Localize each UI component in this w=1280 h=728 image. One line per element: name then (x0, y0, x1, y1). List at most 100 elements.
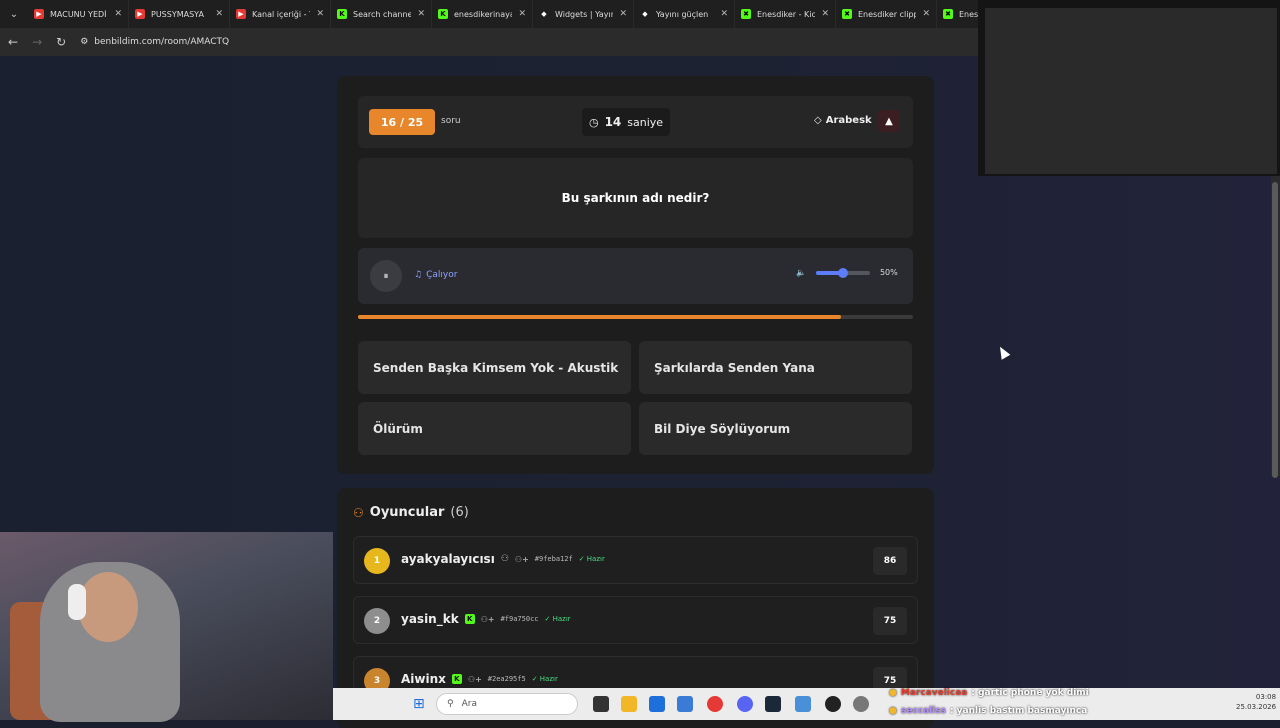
tab-label: Yayını güçlen (656, 9, 709, 19)
genre-tag: ◇ Arabesk (814, 115, 872, 126)
tab-label: Kanal içeriği - Y (252, 9, 311, 19)
question-counter: 16 / 25 (369, 109, 435, 135)
answer-option-4[interactable]: Bil Diye Söylüyorum (639, 402, 912, 455)
steam-icon[interactable] (765, 696, 781, 712)
tab-close-icon[interactable]: ✕ (316, 9, 324, 19)
browser-tab[interactable]: ◆ Widgets | Yayın ✕ (533, 0, 634, 28)
browser-tab[interactable]: Kenesdikerinaya ✕ (432, 0, 533, 28)
tab-close-icon[interactable]: ✕ (619, 9, 627, 19)
site-info-icon[interactable]: ⚙ (80, 37, 88, 47)
page-scrollbar-thumb[interactable] (1272, 182, 1278, 478)
users-icon: ⚇ (353, 505, 364, 520)
add-friend-icon[interactable]: ⚇+ (515, 555, 529, 564)
discord-icon[interactable] (737, 696, 753, 712)
volume-label: 50% (879, 268, 898, 277)
task-view-icon[interactable] (593, 696, 609, 712)
tab-search-icon[interactable]: ⌄ (0, 0, 28, 28)
tab-label: MACUNU YEDİ (50, 9, 107, 19)
tab-label: Enesdiker clipp (858, 9, 917, 19)
audio-player: ⏸ ♫ Çalıyor 🔈 50% (358, 248, 913, 304)
webcam-headset (68, 584, 86, 620)
song-progress-bar (358, 315, 913, 319)
answer-option-2[interactable]: Şarkılarda Senden Yana (639, 341, 912, 394)
obs-icon[interactable] (825, 696, 841, 712)
url-field[interactable]: ⚙ benbildim.com/room/AMACTQ (80, 37, 229, 47)
forward-icon[interactable]: → (32, 35, 42, 49)
chat-username: seccallss (900, 706, 946, 716)
player-score: 86 (873, 547, 907, 575)
player-name: Aiwinx (401, 672, 446, 686)
speaker-icon[interactable]: 🔈 (796, 268, 806, 277)
player-rank: 1 (364, 548, 390, 574)
quiz-topbar: 16 / 25 soru ◷ 14 saniye ◇ Arabesk ▲ (358, 96, 913, 148)
volume-slider[interactable] (815, 267, 870, 278)
player-info: ayakyalayıcısı ⚇ ⚇+ #9feba12f ✓ Hazır (401, 552, 605, 566)
pause-button[interactable]: ⏸ (370, 260, 402, 292)
player-id: #f9a750cc (500, 615, 539, 623)
webcam-person-head (78, 572, 138, 642)
kick-badge-icon: K (464, 614, 475, 624)
file-explorer-icon[interactable] (621, 696, 637, 712)
windows-start-icon[interactable]: ⊞ (413, 696, 429, 712)
chat-line: ● seccallss : yanlis bastım basmayınca (889, 702, 1189, 720)
timer-value: 14 (604, 115, 622, 129)
ready-label: Hazır (552, 615, 571, 623)
chat-username: Marcavelicaa (900, 688, 968, 698)
reload-icon[interactable]: ↻ (56, 35, 66, 49)
tab-label: Enesdiker - Kic (757, 9, 816, 19)
tab-close-icon[interactable]: ✕ (518, 9, 526, 19)
tab-favicon-icon: ◆ (642, 10, 648, 18)
webcam-feed (0, 532, 333, 722)
player-id: #2ea295f5 (487, 675, 526, 683)
taskbar-search[interactable]: ⚲ Ara (436, 693, 578, 715)
tab-close-icon[interactable]: ✕ (417, 9, 425, 19)
user-icon: ⚇ (500, 554, 509, 564)
notes-icon[interactable] (795, 696, 811, 712)
quiz-card: 16 / 25 soru ◷ 14 saniye ◇ Arabesk ▲ Bu … (337, 76, 934, 474)
tab-label: Widgets | Yayın (555, 9, 614, 19)
chat-message: : gartic phone yok dimi (971, 688, 1089, 698)
answer-option-3[interactable]: Ölürüm (358, 402, 631, 455)
volume-knob[interactable] (837, 267, 848, 278)
chrome-icon[interactable] (707, 696, 723, 712)
browser-tab[interactable]: K Search channel ✕ (331, 0, 432, 28)
search-icon: ⚲ (447, 699, 454, 709)
tab-favicon-icon: K (337, 9, 347, 19)
tab-favicon-icon: K (438, 9, 448, 19)
browser-tab[interactable]: ▶ MACUNU YEDİ ✕ (28, 0, 129, 28)
tab-close-icon[interactable]: ✕ (114, 9, 122, 19)
ready-status: ✓ Hazır (544, 615, 571, 623)
url-text: benbildim.com/room/AMACTQ (94, 37, 230, 47)
tab-close-icon[interactable]: ✕ (922, 9, 930, 19)
browser-tab[interactable]: ▶ PUSSYMASYA ✕ (129, 0, 230, 28)
clock-date: 25.03.2026 (1236, 703, 1277, 711)
tab-close-icon[interactable]: ✕ (215, 9, 223, 19)
tab-label: enesdikerinaya (454, 9, 513, 19)
question-text: Bu şarkının adı nedir? (358, 158, 913, 238)
browser-tab[interactable]: ▶ Kanal içeriği - Y ✕ (230, 0, 331, 28)
store-icon[interactable] (649, 696, 665, 712)
app-icon[interactable] (677, 696, 693, 712)
genre-label: Arabesk (825, 115, 872, 126)
browser-tab[interactable]: ✖ Enesdiker - Kic ✕ (735, 0, 836, 28)
tab-label: Search channel (353, 9, 412, 19)
song-progress-fill (358, 315, 841, 319)
browser-tab[interactable]: ◆ Yayını güçlen ✕ (634, 0, 735, 28)
tab-close-icon[interactable]: ✕ (821, 9, 829, 19)
tab-close-icon[interactable]: ✕ (720, 9, 728, 19)
chat-badge-icon: ● (889, 706, 897, 716)
system-clock[interactable]: 03:08 25.03.2026 (1236, 692, 1276, 712)
add-friend-icon[interactable]: ⚇+ (468, 675, 482, 684)
answer-option-1[interactable]: Senden Başka Kimsem Yok - Akustik (358, 341, 631, 394)
player-rank: 2 (364, 608, 390, 634)
settings-icon[interactable] (853, 696, 869, 712)
volume-control: 🔈 50% (796, 267, 898, 278)
add-friend-icon[interactable]: ⚇+ (481, 615, 495, 624)
ready-status: ✓ Hazır (578, 555, 605, 563)
clock-icon: ◷ (588, 115, 599, 129)
report-button[interactable]: ▲ (878, 110, 900, 132)
browser-tab[interactable]: ✖ Enesdiker clipp ✕ (836, 0, 937, 28)
tab-favicon-icon: ▶ (135, 9, 145, 19)
ready-status: ✓ Hazır (531, 675, 558, 683)
back-icon[interactable]: ← (8, 35, 18, 49)
